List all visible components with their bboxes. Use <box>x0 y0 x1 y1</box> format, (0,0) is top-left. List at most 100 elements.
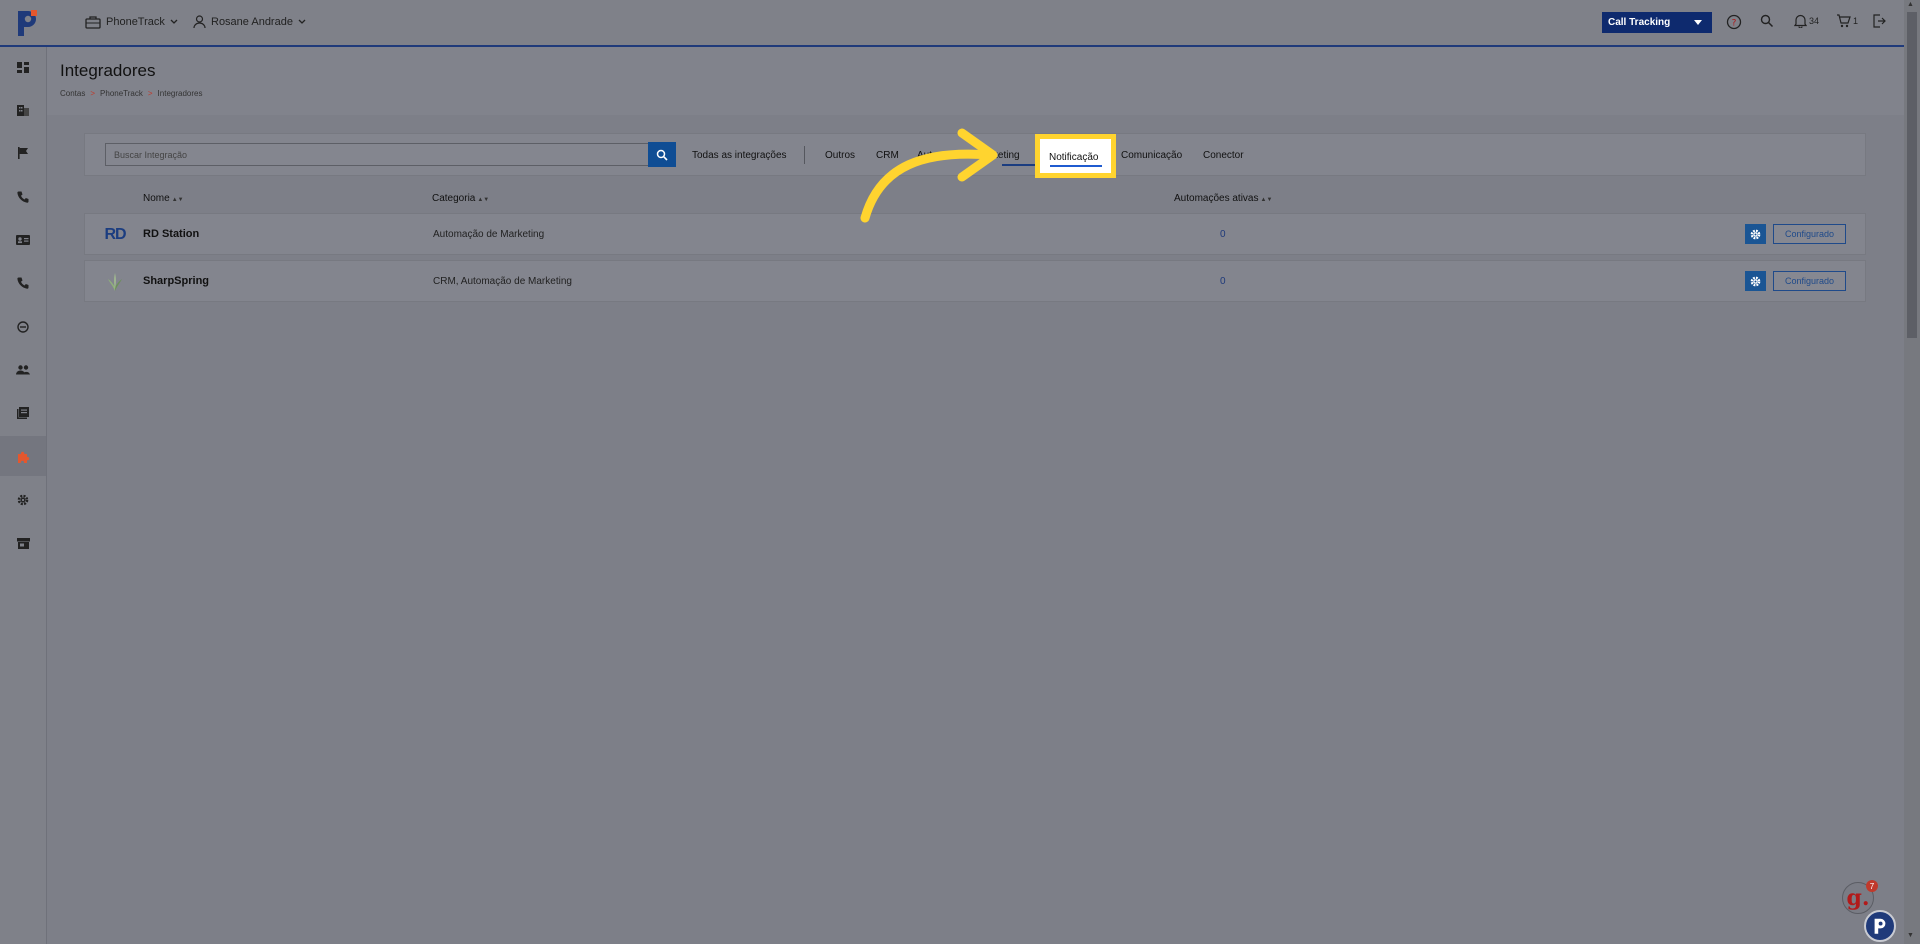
chevron-down-icon <box>170 19 178 24</box>
configured-button[interactable]: Configurado <box>1773 271 1846 291</box>
search-button[interactable] <box>1760 14 1774 28</box>
breadcrumb-item[interactable]: PhoneTrack <box>100 89 143 98</box>
sidebar-item-store[interactable] <box>0 523 46 563</box>
integration-name: SharpSpring <box>143 275 210 287</box>
cart-button[interactable]: 1 <box>1836 14 1858 28</box>
logout-icon <box>1873 14 1886 28</box>
active-automations-count[interactable]: 0 <box>1220 229 1226 240</box>
breadcrumb: Contas > PhoneTrack > Integradores <box>60 89 202 98</box>
column-header-name[interactable]: Nome ▲▼ <box>143 193 184 204</box>
integration-category: CRM, Automação de Marketing <box>433 276 572 287</box>
gear-icon <box>1750 276 1761 286</box>
sidebar-item-integrations[interactable] <box>0 436 46 476</box>
integration-category: Automação de Marketing <box>433 229 545 240</box>
phone-icon <box>17 191 29 203</box>
column-header-automations[interactable]: Automações ativas ▲▼ <box>1174 193 1272 204</box>
sidebar-item-contacts[interactable] <box>0 220 46 260</box>
account-selector[interactable]: PhoneTrack <box>85 15 178 29</box>
product-switch-label: Call Tracking <box>1608 17 1671 28</box>
puzzle-icon <box>17 451 29 463</box>
caret-down-icon <box>1684 12 1712 33</box>
phone-call-icon <box>17 277 29 289</box>
search-icon <box>656 149 668 161</box>
search-input[interactable] <box>105 143 649 166</box>
tab-notificacao-highlight[interactable]: Notificação <box>1035 134 1116 178</box>
search-icon <box>1760 14 1774 28</box>
product-switch-button[interactable]: Call Tracking <box>1602 12 1712 33</box>
sidebar-item-settings[interactable] <box>0 480 46 520</box>
breadcrumb-separator: > <box>90 89 96 98</box>
user-selector[interactable]: Rosane Andrade <box>193 15 306 29</box>
tab-divider <box>804 146 805 164</box>
sidebar-item-companies[interactable] <box>0 90 46 130</box>
scroll-thumb[interactable] <box>1907 12 1917 338</box>
configured-button[interactable]: Configurado <box>1773 224 1846 244</box>
sidebar-item-blocked[interactable] <box>0 307 46 347</box>
search-submit-button[interactable] <box>648 142 676 167</box>
sidebar-item-calls[interactable] <box>0 177 46 217</box>
svg-text:?: ? <box>1732 19 1737 29</box>
rd-station-logo: RD <box>104 226 126 243</box>
tab-all[interactable]: Todas as integrações <box>692 150 787 161</box>
page-header: Integradores Contas > PhoneTrack > Integ… <box>47 47 1904 115</box>
sidebar-item-dashboard[interactable] <box>0 47 46 87</box>
sidebar <box>0 47 47 944</box>
users-icon <box>16 365 30 375</box>
guide-widget-badge: 7 <box>1866 880 1878 892</box>
sidebar-item-phone-numbers[interactable] <box>0 263 46 303</box>
logout-button[interactable] <box>1872 14 1886 28</box>
store-icon <box>16 537 30 549</box>
tutorial-arrow-icon <box>860 128 998 223</box>
account-label: PhoneTrack <box>106 16 165 28</box>
settings-button[interactable] <box>1745 224 1766 244</box>
help-icon: ? <box>1726 14 1742 30</box>
gear-icon <box>17 494 29 506</box>
buildings-icon <box>17 105 29 116</box>
user-icon <box>193 15 206 29</box>
settings-button[interactable] <box>1745 271 1766 291</box>
breadcrumb-item: Integradores <box>157 89 203 98</box>
reports-icon <box>17 407 29 419</box>
active-automations-count[interactable]: 0 <box>1220 276 1226 287</box>
tab-conector[interactable]: Conector <box>1203 150 1244 161</box>
sidebar-item-users[interactable] <box>0 350 46 390</box>
sort-icon: ▲▼ <box>477 197 490 203</box>
column-header-name-label: Nome <box>143 193 170 204</box>
sidebar-item-reports[interactable] <box>0 393 46 433</box>
bell-icon <box>1794 14 1807 28</box>
phonetrack-logo[interactable] <box>14 8 40 38</box>
dashboard-icon <box>17 61 29 73</box>
column-header-automations-label: Automações ativas <box>1174 193 1259 204</box>
tab-comunicacao[interactable]: Comunicação <box>1121 150 1182 161</box>
tab-notificacao[interactable]: Notificação <box>1049 152 1098 163</box>
top-bar: PhoneTrack Rosane Andrade Call Tracking … <box>0 0 1904 47</box>
phonetrack-chat-icon <box>1874 918 1886 934</box>
scroll-down-icon[interactable]: ▼ <box>1907 932 1914 939</box>
tab-notificacao-underline <box>1050 165 1102 167</box>
sidebar-item-campaigns[interactable] <box>0 133 46 173</box>
help-button[interactable]: ? <box>1726 14 1742 30</box>
page-scrollbar[interactable]: ▲ ▼ <box>1904 0 1920 944</box>
column-header-category-label: Categoria <box>432 193 476 204</box>
sort-icon: ▲▼ <box>1260 197 1273 203</box>
cart-icon <box>1837 14 1851 28</box>
chevron-down-icon <box>298 19 306 24</box>
briefcase-icon <box>85 16 101 29</box>
contact-card-icon <box>16 235 30 245</box>
breadcrumb-item[interactable]: Contas <box>60 89 85 98</box>
user-label: Rosane Andrade <box>211 16 293 28</box>
minus-circle-icon <box>17 321 29 333</box>
table-row[interactable]: SharpSpring CRM, Automação de Marketing … <box>84 260 1866 302</box>
chat-widget-button[interactable] <box>1864 910 1896 942</box>
integration-name: RD Station <box>143 228 200 240</box>
flag-icon <box>17 147 28 159</box>
notifications-button[interactable]: 34 <box>1794 14 1819 28</box>
sort-icon: ▲▼ <box>171 197 184 203</box>
notifications-count: 34 <box>1809 16 1820 26</box>
breadcrumb-separator: > <box>147 89 153 98</box>
page-title: Integradores <box>60 61 156 80</box>
cart-count: 1 <box>1853 16 1859 26</box>
column-header-category[interactable]: Categoria ▲▼ <box>432 193 489 204</box>
gear-icon <box>1750 229 1761 239</box>
scroll-up-icon[interactable]: ▲ <box>1907 1 1914 8</box>
